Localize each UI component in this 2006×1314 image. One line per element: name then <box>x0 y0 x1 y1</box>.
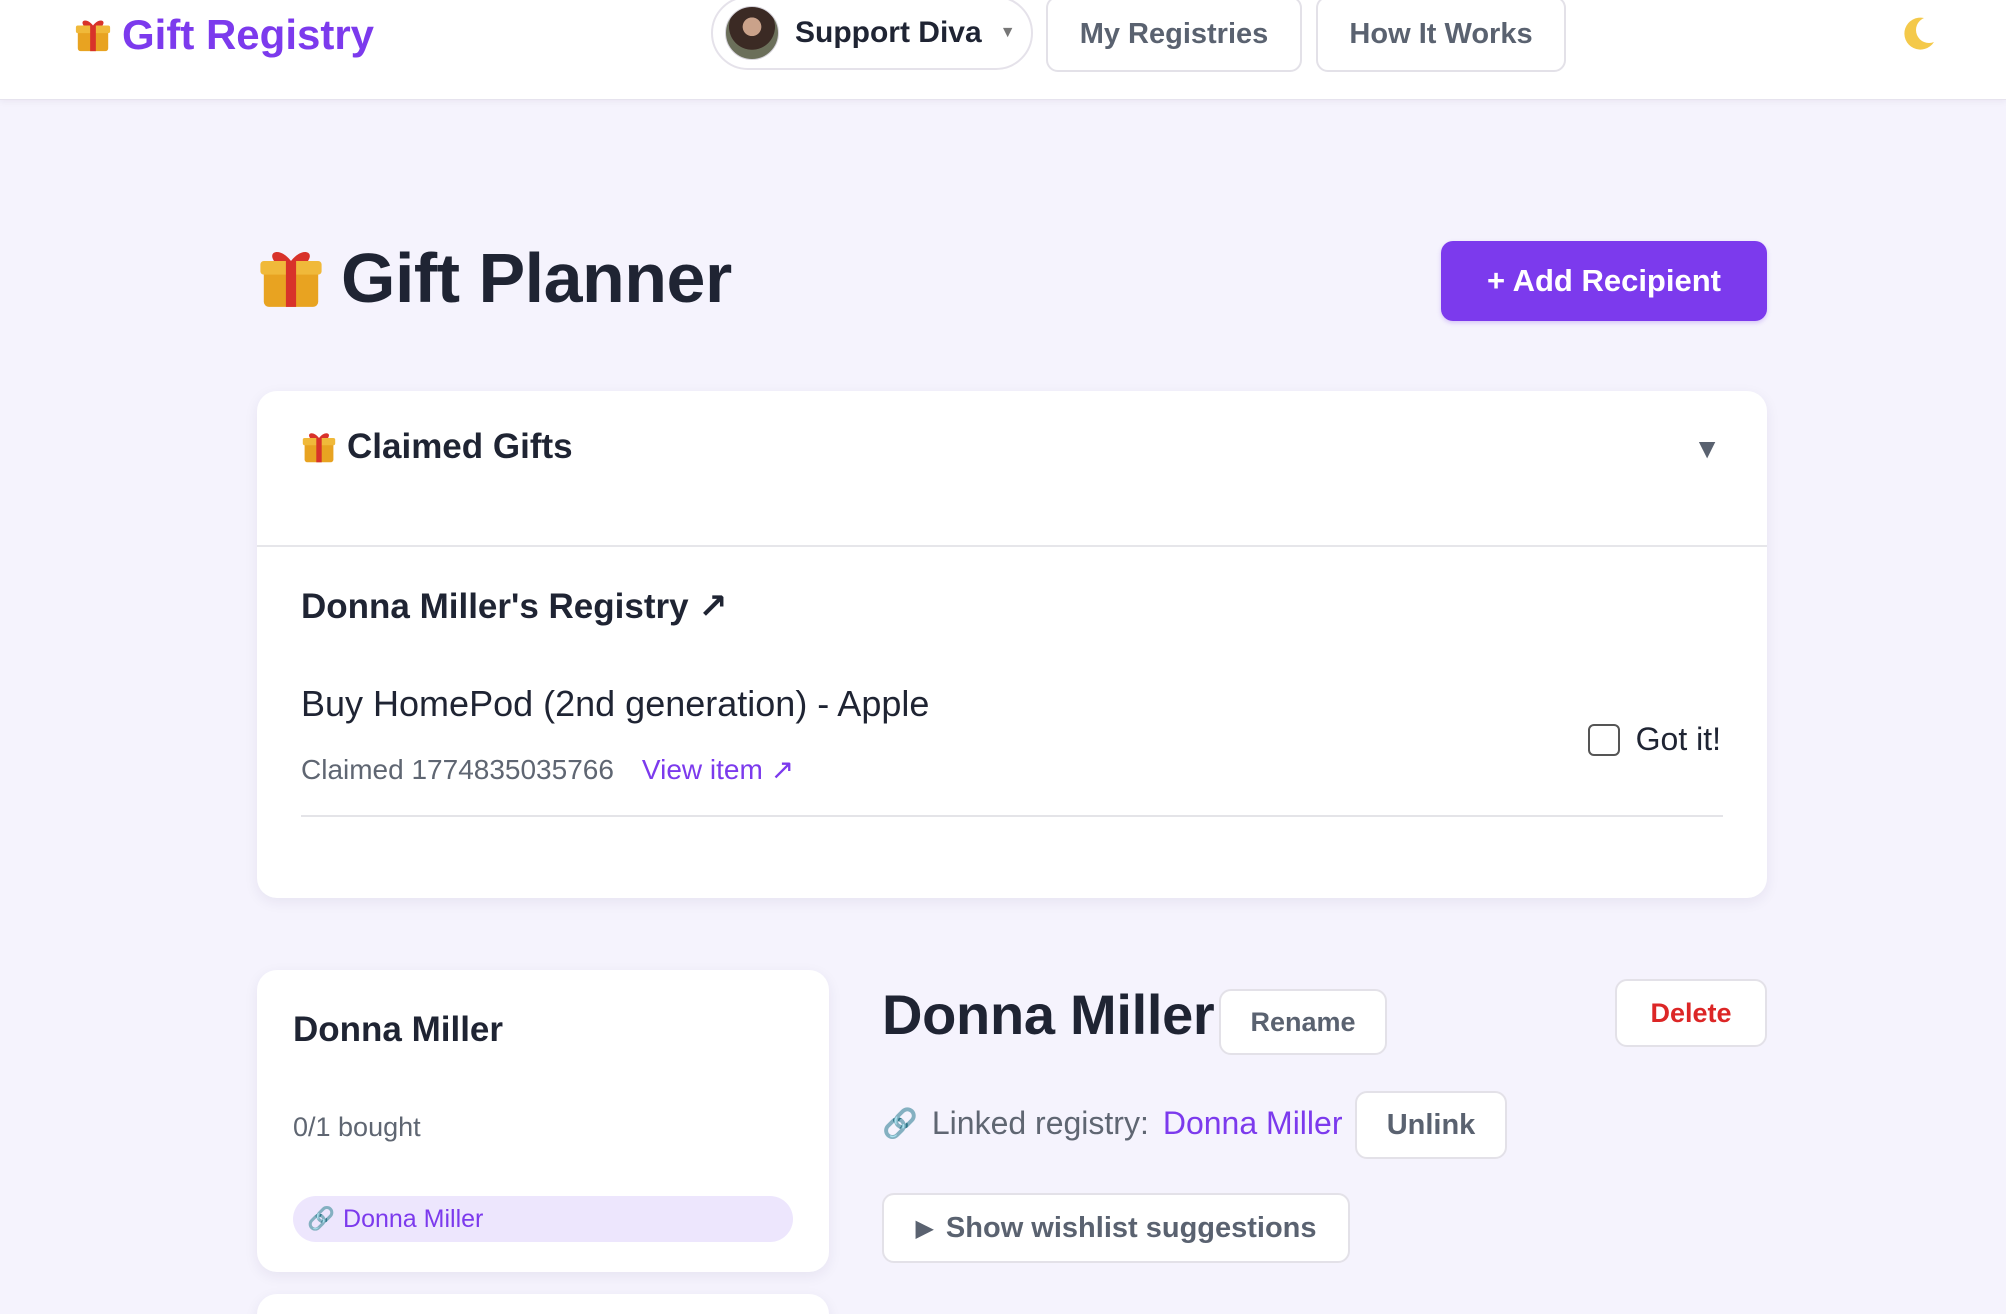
play-icon: ▶ <box>915 1214 934 1242</box>
view-item-label: View item <box>641 754 763 785</box>
add-recipient-button[interactable]: + Add Recipient <box>1441 241 1767 321</box>
brand-name: Gift Registry <box>122 11 375 58</box>
link-icon: 🔗 <box>307 1206 336 1231</box>
claimed-item-meta: Claimed 1774835035766 View item ↗ <box>301 753 794 786</box>
link-icon: 🔗 <box>882 1107 918 1140</box>
caret-down-icon: ▼ <box>999 24 1016 41</box>
external-link-icon: ↗ <box>770 754 795 785</box>
gift-icon <box>260 252 322 307</box>
got-it-toggle[interactable]: Got it! <box>1587 721 1721 758</box>
linked-registry-badge: 🔗 Donna Miller <box>293 1196 793 1242</box>
page-header: Gift Planner <box>257 238 732 318</box>
recipient-name: Donna Miller <box>293 1010 504 1049</box>
gift-icon <box>75 20 111 52</box>
recipient-detail-name: Donna Miller <box>882 983 1215 1046</box>
claimed-timestamp: Claimed 1774835035766 <box>301 754 614 785</box>
my-registries-button[interactable]: My Registries <box>1046 0 1302 72</box>
claimed-gifts-label: Claimed Gifts <box>347 427 573 466</box>
how-it-works-button[interactable]: How It Works <box>1316 0 1566 72</box>
divider <box>301 815 1723 817</box>
gift-icon <box>302 433 336 463</box>
registry-link[interactable]: Donna Miller's Registry ↗ <box>301 587 728 627</box>
recipient-card[interactable]: Donna Miller 0/1 bought 🔗 Donna Miller <box>257 970 829 1272</box>
got-it-label: Got it! <box>1635 721 1721 757</box>
brand-link[interactable]: Gift Registry <box>74 8 374 62</box>
wishlist-suggestions-label: Show wishlist suggestions <box>945 1211 1317 1244</box>
external-link-icon: ↗ <box>698 587 728 626</box>
view-item-link[interactable]: View item ↗ <box>642 753 794 786</box>
registry-title: Donna Miller's Registry <box>301 587 689 626</box>
linked-registry-row: 🔗 Linked registry: Donna Miller <box>882 1105 1342 1142</box>
user-menu[interactable]: Support Diva ▼ <box>711 0 1033 70</box>
claimed-gifts-header[interactable]: Claimed Gifts ▼ <box>257 391 1767 547</box>
moon-icon[interactable] <box>1896 12 1940 56</box>
chevron-down-icon[interactable]: ▼ <box>1693 433 1721 465</box>
unlink-button[interactable]: Unlink <box>1355 1091 1507 1159</box>
delete-button[interactable]: Delete <box>1615 979 1767 1047</box>
got-it-checkbox[interactable] <box>1587 723 1620 756</box>
page-title: Gift Planner <box>341 239 732 317</box>
linked-registry-label: Linked registry: <box>931 1105 1149 1141</box>
linked-registry-badge-label: Donna Miller <box>343 1204 484 1233</box>
claimed-gifts-title: Claimed Gifts <box>301 427 573 467</box>
user-name: Support Diva <box>795 16 982 49</box>
recipient-progress: 0/1 bought <box>293 1112 421 1142</box>
claimed-gifts-card: Claimed Gifts ▼ Donna Miller's Registry … <box>257 391 1767 898</box>
recipient-card[interactable] <box>257 1294 829 1314</box>
claimed-item-name: Buy HomePod (2nd generation) - Apple <box>301 683 930 724</box>
top-nav: Gift Registry Support Diva ▼ My Registri… <box>0 0 2006 100</box>
show-wishlist-suggestions-button[interactable]: ▶ Show wishlist suggestions <box>882 1193 1350 1263</box>
avatar <box>725 6 779 60</box>
linked-registry-link[interactable]: Donna Miller <box>1163 1105 1343 1142</box>
rename-button[interactable]: Rename <box>1219 989 1387 1055</box>
